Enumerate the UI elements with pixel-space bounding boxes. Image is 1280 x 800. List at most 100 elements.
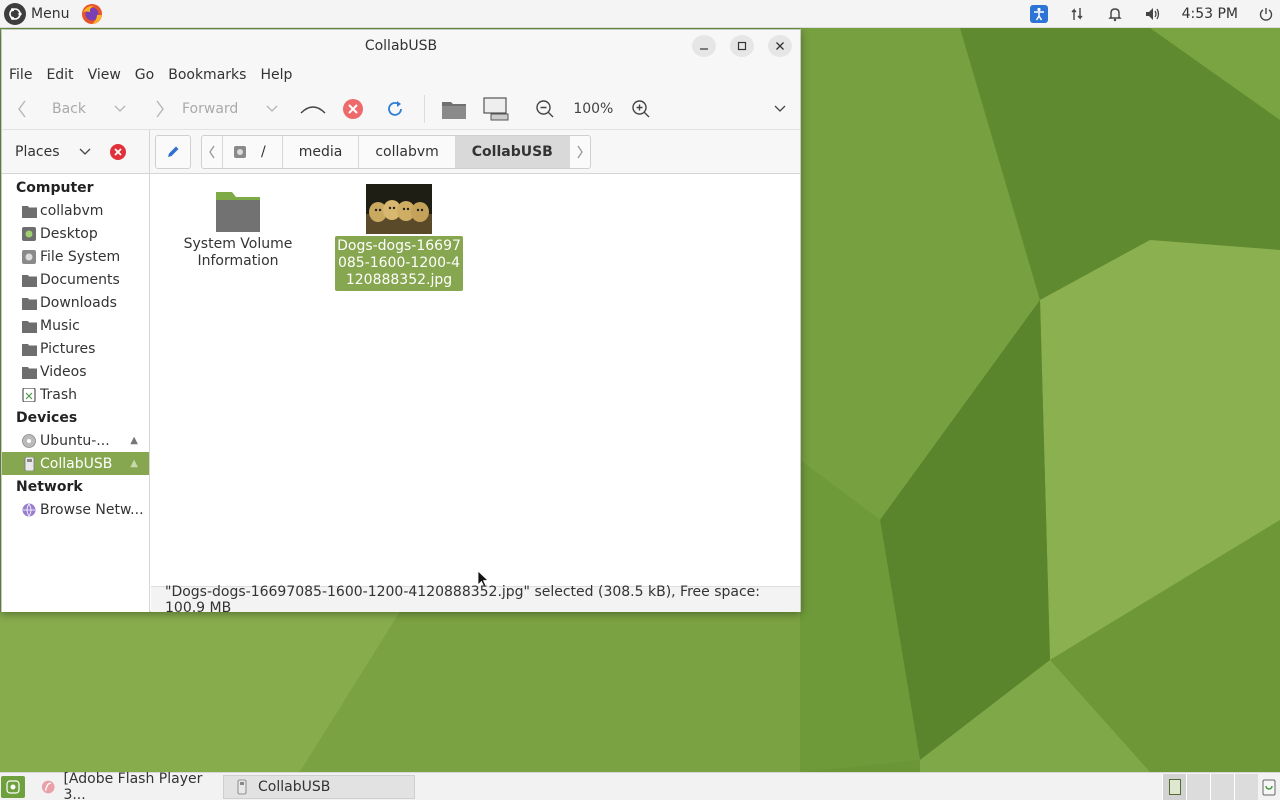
menu-bookmarks[interactable]: Bookmarks [168, 67, 253, 83]
maximize-button[interactable] [730, 35, 754, 57]
taskbar-item-collabusb[interactable]: CollabUSB [223, 774, 415, 799]
zoom-level: 100% [573, 100, 614, 117]
file-item-dogs-jpg[interactable]: Dogs-dogs-16697085-1600-1200-4120888352.… [334, 184, 464, 291]
stop-icon[interactable] [342, 98, 364, 120]
eject-icon[interactable]: ▲ [130, 435, 138, 446]
flash-icon [41, 780, 55, 793]
sidebar-item-label: collabvm [40, 202, 104, 219]
close-button[interactable] [768, 35, 792, 57]
sidebar-item-label: Documents [40, 271, 120, 288]
back-button[interactable]: Back [52, 101, 86, 117]
breadcrumb-collabvm[interactable]: collabvm [359, 135, 456, 168]
forward-button[interactable]: Forward [182, 101, 238, 117]
folder-icon [22, 297, 37, 310]
close-sidebar-icon[interactable] [109, 143, 127, 161]
menu-help[interactable]: Help [260, 67, 299, 83]
computer-icon[interactable] [483, 96, 509, 121]
trash-applet-icon[interactable] [1258, 774, 1280, 800]
workspace-4[interactable] [1234, 773, 1258, 800]
clock[interactable]: 4:53 PM [1172, 6, 1252, 22]
sidebar-item-videos[interactable]: Videos [2, 360, 149, 383]
menu-edit[interactable]: Edit [46, 67, 80, 83]
volume-icon[interactable] [1134, 0, 1172, 28]
sidebar-item-label: Ubuntu-... [40, 432, 110, 449]
sidebar-item-documents[interactable]: Documents [2, 268, 149, 291]
breadcrumb-root[interactable]: / [223, 135, 283, 168]
toolbar: Back Forward 100% [2, 88, 800, 130]
sidebar-item-label: Desktop [40, 225, 98, 242]
power-icon[interactable] [1252, 0, 1280, 28]
places-selector[interactable]: Places [2, 129, 150, 174]
sidebar-item-label: Trash [40, 386, 77, 403]
breadcrumb-collabusb[interactable]: CollabUSB [455, 135, 570, 168]
back-history-chevron-icon[interactable] [114, 105, 126, 113]
places-sidebar: Computer collabvm Desktop File System Do… [2, 174, 150, 612]
sidebar-item-pictures[interactable]: Pictures [2, 337, 149, 360]
breadcrumb-scroll-right-icon[interactable] [570, 136, 590, 168]
toolbar-separator [424, 94, 426, 123]
forward-history-chevron-icon[interactable] [266, 105, 278, 113]
sidebar-item-collabvm[interactable]: collabvm [2, 199, 149, 222]
workspace-1[interactable] [1162, 773, 1186, 800]
breadcrumb-scroll-left-icon[interactable] [202, 135, 223, 168]
sidebar-item-collabusb[interactable]: CollabUSB ▲ [2, 452, 149, 475]
edit-location-button[interactable] [155, 134, 191, 169]
toolbar-overflow-chevron-icon[interactable] [774, 105, 786, 113]
network-globe-icon [22, 503, 36, 517]
back-arrow-icon[interactable] [12, 99, 32, 119]
menu-file[interactable]: File [9, 67, 39, 83]
reload-icon[interactable] [386, 100, 404, 118]
breadcrumb-media[interactable]: media [283, 135, 360, 168]
zoom-out-icon[interactable] [535, 99, 555, 119]
sidebar-item-label: Music [40, 317, 80, 334]
file-label: Dogs-dogs-16697085-1600-1200-4120888352.… [335, 236, 463, 291]
file-item-system-volume-information[interactable]: System Volume Information [173, 188, 303, 272]
bottom-panel: [Adobe Flash Player 3... CollabUSB [0, 771, 1280, 800]
taskbar-item-label: CollabUSB [258, 778, 331, 795]
home-folder-icon[interactable] [441, 98, 467, 120]
eject-icon[interactable]: ▲ [130, 458, 138, 469]
drive-icon [234, 145, 246, 158]
sidebar-item-ubuntu-disc[interactable]: Ubuntu-... ▲ [2, 429, 149, 452]
minimize-button[interactable] [692, 35, 716, 57]
file-manager-window: CollabUSB File Edit View Go Bookmarks He… [1, 29, 801, 616]
titlebar[interactable]: CollabUSB [2, 30, 800, 62]
folder-icon [22, 320, 37, 333]
taskbar-item-label: [Adobe Flash Player 3... [63, 770, 203, 800]
menu-view[interactable]: View [88, 67, 128, 83]
workspace-2[interactable] [1186, 773, 1210, 800]
trash-icon [22, 387, 36, 402]
drive-icon [22, 249, 36, 264]
parent-folder-icon[interactable] [300, 103, 326, 115]
sidebar-item-browse-network[interactable]: Browse Netw... [2, 498, 149, 521]
workspace-3[interactable] [1210, 773, 1234, 800]
sidebar-item-desktop[interactable]: Desktop [2, 222, 149, 245]
show-desktop-button[interactable] [1, 775, 25, 798]
sidebar-item-trash[interactable]: Trash [2, 383, 149, 406]
status-bar: "Dogs-dogs-16697085-1600-1200-4120888352… [151, 584, 800, 616]
desktop-folder-icon [22, 226, 36, 241]
file-view[interactable]: System Volume Information Dogs-dogs-1669… [151, 174, 800, 588]
sidebar-item-downloads[interactable]: Downloads [2, 291, 149, 314]
folder-icon [22, 274, 37, 287]
accessibility-icon[interactable] [1020, 0, 1058, 28]
desktop-icon [6, 779, 20, 794]
places-chevron-icon[interactable] [79, 148, 91, 156]
menu-button[interactable]: Menu [0, 0, 73, 28]
top-panel: Menu 4:53 PM [0, 0, 1280, 28]
taskbar-item-flash-player[interactable]: [Adobe Flash Player 3... [31, 771, 223, 800]
sidebar-heading-network: Network [16, 478, 83, 495]
pencil-icon [168, 146, 179, 157]
bell-icon[interactable] [1096, 0, 1134, 28]
network-icon[interactable] [1058, 0, 1096, 28]
zoom-in-icon[interactable] [631, 99, 651, 119]
sidebar-item-label: CollabUSB [40, 455, 113, 472]
sidebar-item-file-system[interactable]: File System [2, 245, 149, 268]
forward-arrow-icon[interactable] [154, 99, 166, 119]
window-body: Computer collabvm Desktop File System Do… [2, 174, 800, 612]
sidebar-item-label: File System [40, 248, 121, 265]
menu-label: Menu [31, 5, 70, 22]
sidebar-item-music[interactable]: Music [2, 314, 149, 337]
firefox-icon[interactable] [81, 3, 103, 25]
menu-go[interactable]: Go [135, 67, 161, 83]
